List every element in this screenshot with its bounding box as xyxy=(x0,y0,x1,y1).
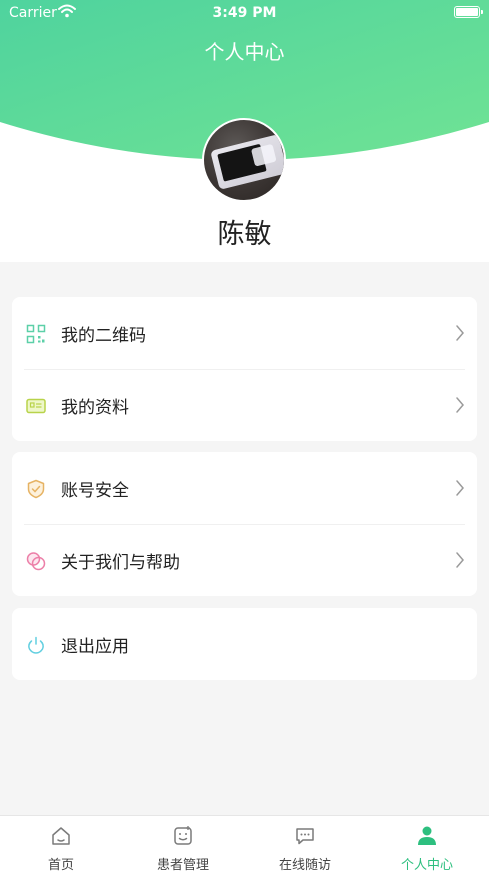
chevron-right-icon xyxy=(456,325,464,341)
tab-label: 在线随访 xyxy=(278,858,331,873)
qr-code-icon xyxy=(26,324,46,344)
menu-card-account: 我的二维码 我的资料 xyxy=(12,297,477,441)
tab-label: 个人中心 xyxy=(400,858,453,873)
shield-icon xyxy=(27,479,45,499)
tab-patient-management[interactable]: 患者管理 xyxy=(122,816,244,875)
menu-item-label: 账号安全 xyxy=(61,481,129,501)
tab-home[interactable]: 首页 xyxy=(0,816,122,875)
menu-item-about-help[interactable]: 关于我们与帮助 xyxy=(12,524,477,596)
chevron-right-icon xyxy=(456,397,464,413)
chevron-right-icon xyxy=(456,480,464,496)
menu-card-security: 账号安全 关于我们与帮助 xyxy=(12,452,477,596)
help-circles-icon xyxy=(26,552,46,571)
home-icon xyxy=(52,827,70,845)
tab-label: 首页 xyxy=(47,858,74,873)
profile-header: Carrier 3:49 PM 个人中心 陈敏 xyxy=(0,0,489,262)
status-bar: Carrier 3:49 PM xyxy=(0,0,489,26)
power-icon xyxy=(28,636,44,654)
user-name: 陈敏 xyxy=(217,219,272,250)
menu-item-logout[interactable]: 退出应用 xyxy=(12,608,477,680)
id-card-icon xyxy=(26,398,46,414)
avatar-photo xyxy=(210,134,284,190)
person-icon xyxy=(418,826,436,845)
tab-personal-center[interactable]: 个人中心 xyxy=(366,816,488,875)
menu-item-profile[interactable]: 我的资料 xyxy=(12,369,477,441)
chat-icon xyxy=(296,828,314,845)
clock: 3:49 PM xyxy=(212,5,277,21)
menu-card-logout: 退出应用 xyxy=(12,608,477,680)
menu-item-qr-code[interactable]: 我的二维码 xyxy=(12,297,477,369)
menu-item-account-security[interactable]: 账号安全 xyxy=(12,452,477,524)
menu-item-label: 退出应用 xyxy=(61,637,129,657)
menu-item-label: 我的资料 xyxy=(61,398,129,418)
tab-bar: 首页 患者管理 在线随访 个人中心 xyxy=(0,815,489,875)
avatar[interactable] xyxy=(202,118,286,202)
menu-item-label: 关于我们与帮助 xyxy=(61,553,180,573)
tab-label: 患者管理 xyxy=(156,858,209,873)
tab-online-followup[interactable]: 在线随访 xyxy=(244,816,366,875)
menu-item-label: 我的二维码 xyxy=(61,326,146,346)
patient-icon xyxy=(174,826,192,845)
chevron-right-icon xyxy=(456,552,464,568)
battery-icon xyxy=(454,6,483,18)
page-title: 个人中心 xyxy=(204,40,285,64)
